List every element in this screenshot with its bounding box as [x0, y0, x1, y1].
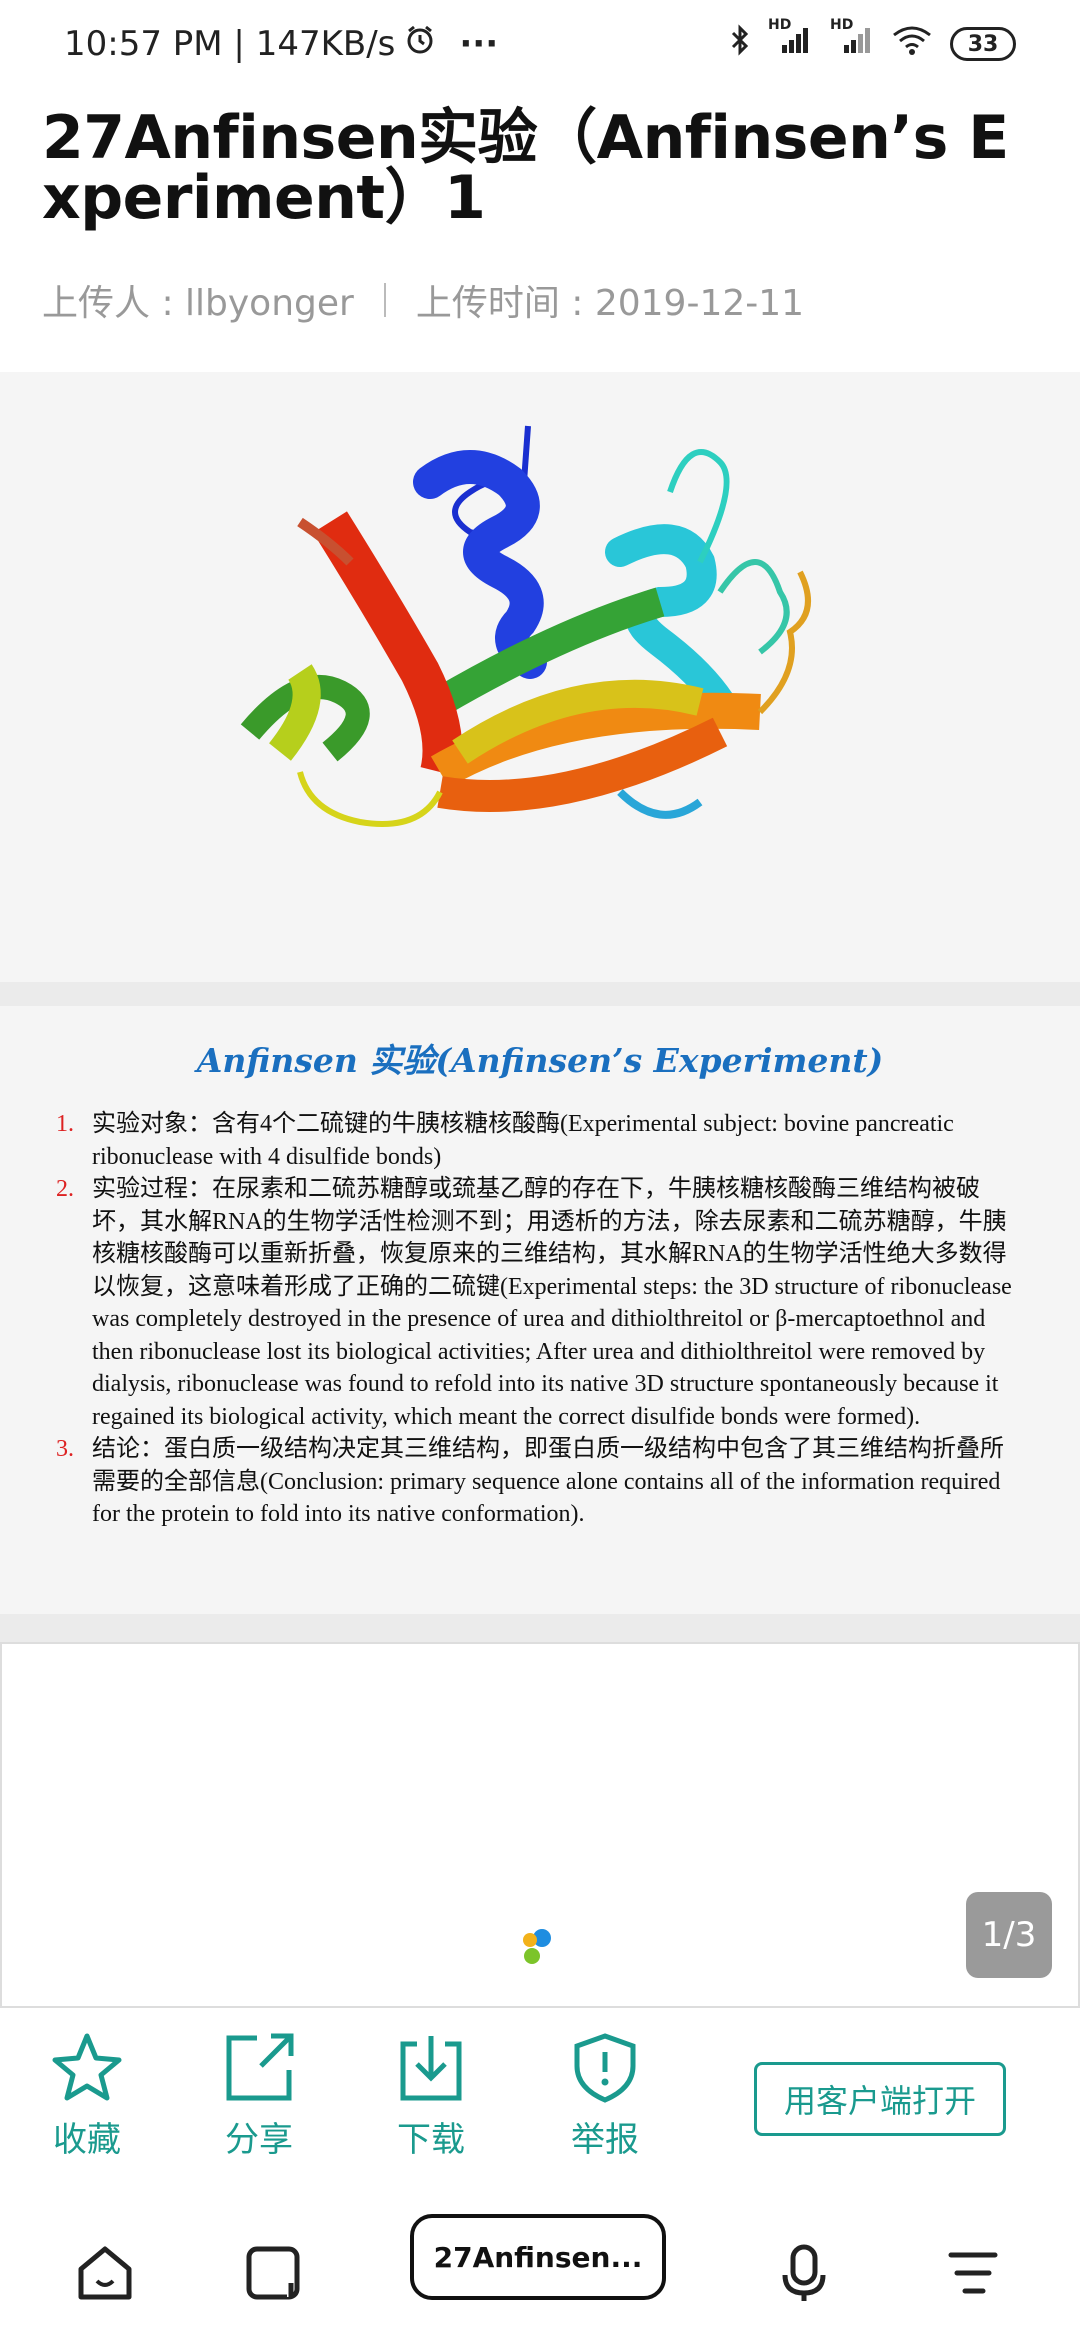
list-item: 3. 结论：蛋白质一级结构决定其三维结构，即蛋白质一级结构中包含了其三维结构折叠… [56, 1433, 1016, 1531]
share-label: 分享 [225, 2120, 293, 2160]
loading-spinner-icon [520, 1928, 560, 1968]
share-icon [226, 2033, 294, 2101]
list-text: 实验过程：在尿素和二硫苏糖醇或巯基乙醇的存在下，牛胰核糖核酸酶三维结构被破坏，其… [92, 1176, 1012, 1430]
star-icon [52, 2033, 122, 2101]
page-separator [0, 1614, 1080, 1642]
document-meta: 上传人 : llbyonger 上传时间 : 2019-12-11 [42, 274, 804, 326]
download-button[interactable]: 下载 [366, 2030, 496, 2161]
status-left: 10:57 PM | 147KB/s ··· [64, 24, 498, 64]
hd-label-2: HD [830, 17, 854, 33]
menu-button[interactable] [928, 2228, 1018, 2318]
more-notifications-icon: ··· [459, 24, 499, 64]
collect-button[interactable]: 收藏 [22, 2030, 152, 2161]
collect-label: 收藏 [53, 2120, 121, 2160]
document-title: 27Anfinsen实验（Anfinsen’s Experiment）1 [42, 103, 1009, 233]
open-in-app-button[interactable]: 用客户端打开 [754, 2062, 1006, 2136]
home-button[interactable] [60, 2228, 150, 2318]
hd-label-1: HD [768, 17, 792, 33]
protein-structure-image [0, 372, 1080, 982]
slide-list: 1. 实验对象：含有4个二硫键的牛胰核糖核酸酶(Experimental sub… [56, 1108, 1016, 1531]
meta-divider [383, 283, 386, 317]
list-text: 结论：蛋白质一级结构决定其三维结构，即蛋白质一级结构中包含了其三维结构折叠所需要… [92, 1436, 1004, 1527]
download-icon [400, 2036, 462, 2101]
list-number: 1. [56, 1111, 74, 1137]
signal-icon-2: HD [830, 17, 874, 63]
status-time-speed: 10:57 PM | 147KB/s [64, 24, 396, 64]
page-separator [0, 982, 1080, 1006]
battery-indicator: 33 [950, 27, 1016, 61]
menu-icon [948, 2252, 998, 2294]
voice-button[interactable] [760, 2228, 850, 2318]
list-number: 3. [56, 1436, 74, 1462]
bluetooth-icon [730, 24, 750, 64]
tabs-button[interactable] [228, 2228, 318, 2318]
report-button[interactable]: 举报 [540, 2030, 670, 2161]
home-icon [78, 2246, 132, 2300]
microphone-icon [782, 2244, 826, 2301]
list-item: 1. 实验对象：含有4个二硫键的牛胰核糖核酸酶(Experimental sub… [56, 1108, 1016, 1173]
upload-time: 上传时间 : 2019-12-11 [415, 283, 805, 324]
share-button[interactable]: 分享 [194, 2030, 324, 2161]
shield-alert-icon [574, 2033, 636, 2103]
slide-title: Anfinsen 实验(Anfinsen’s Experiment) [196, 1041, 884, 1080]
list-number: 2. [56, 1176, 74, 1202]
page-indicator: 1/3 [966, 1892, 1052, 1978]
download-label: 下载 [397, 2120, 465, 2160]
current-tab[interactable]: 27Anfinsen... [410, 2214, 666, 2300]
list-text: 实验对象：含有4个二硫键的牛胰核糖核酸酶(Experimental subjec… [92, 1111, 954, 1170]
report-label: 举报 [571, 2120, 639, 2160]
list-item: 2. 实验过程：在尿素和二硫苏糖醇或巯基乙醇的存在下，牛胰核糖核酸酶三维结构被破… [56, 1173, 1016, 1433]
status-right: HD HD 33 [730, 17, 1016, 64]
alarm-icon [405, 24, 435, 64]
status-bar: 10:57 PM | 147KB/s ··· HD HD 33 [0, 0, 1080, 100]
uploader: 上传人 : llbyonger [42, 283, 354, 324]
tabs-icon [246, 2246, 300, 2300]
wifi-icon [892, 25, 932, 63]
signal-icon-1: HD [768, 17, 812, 63]
